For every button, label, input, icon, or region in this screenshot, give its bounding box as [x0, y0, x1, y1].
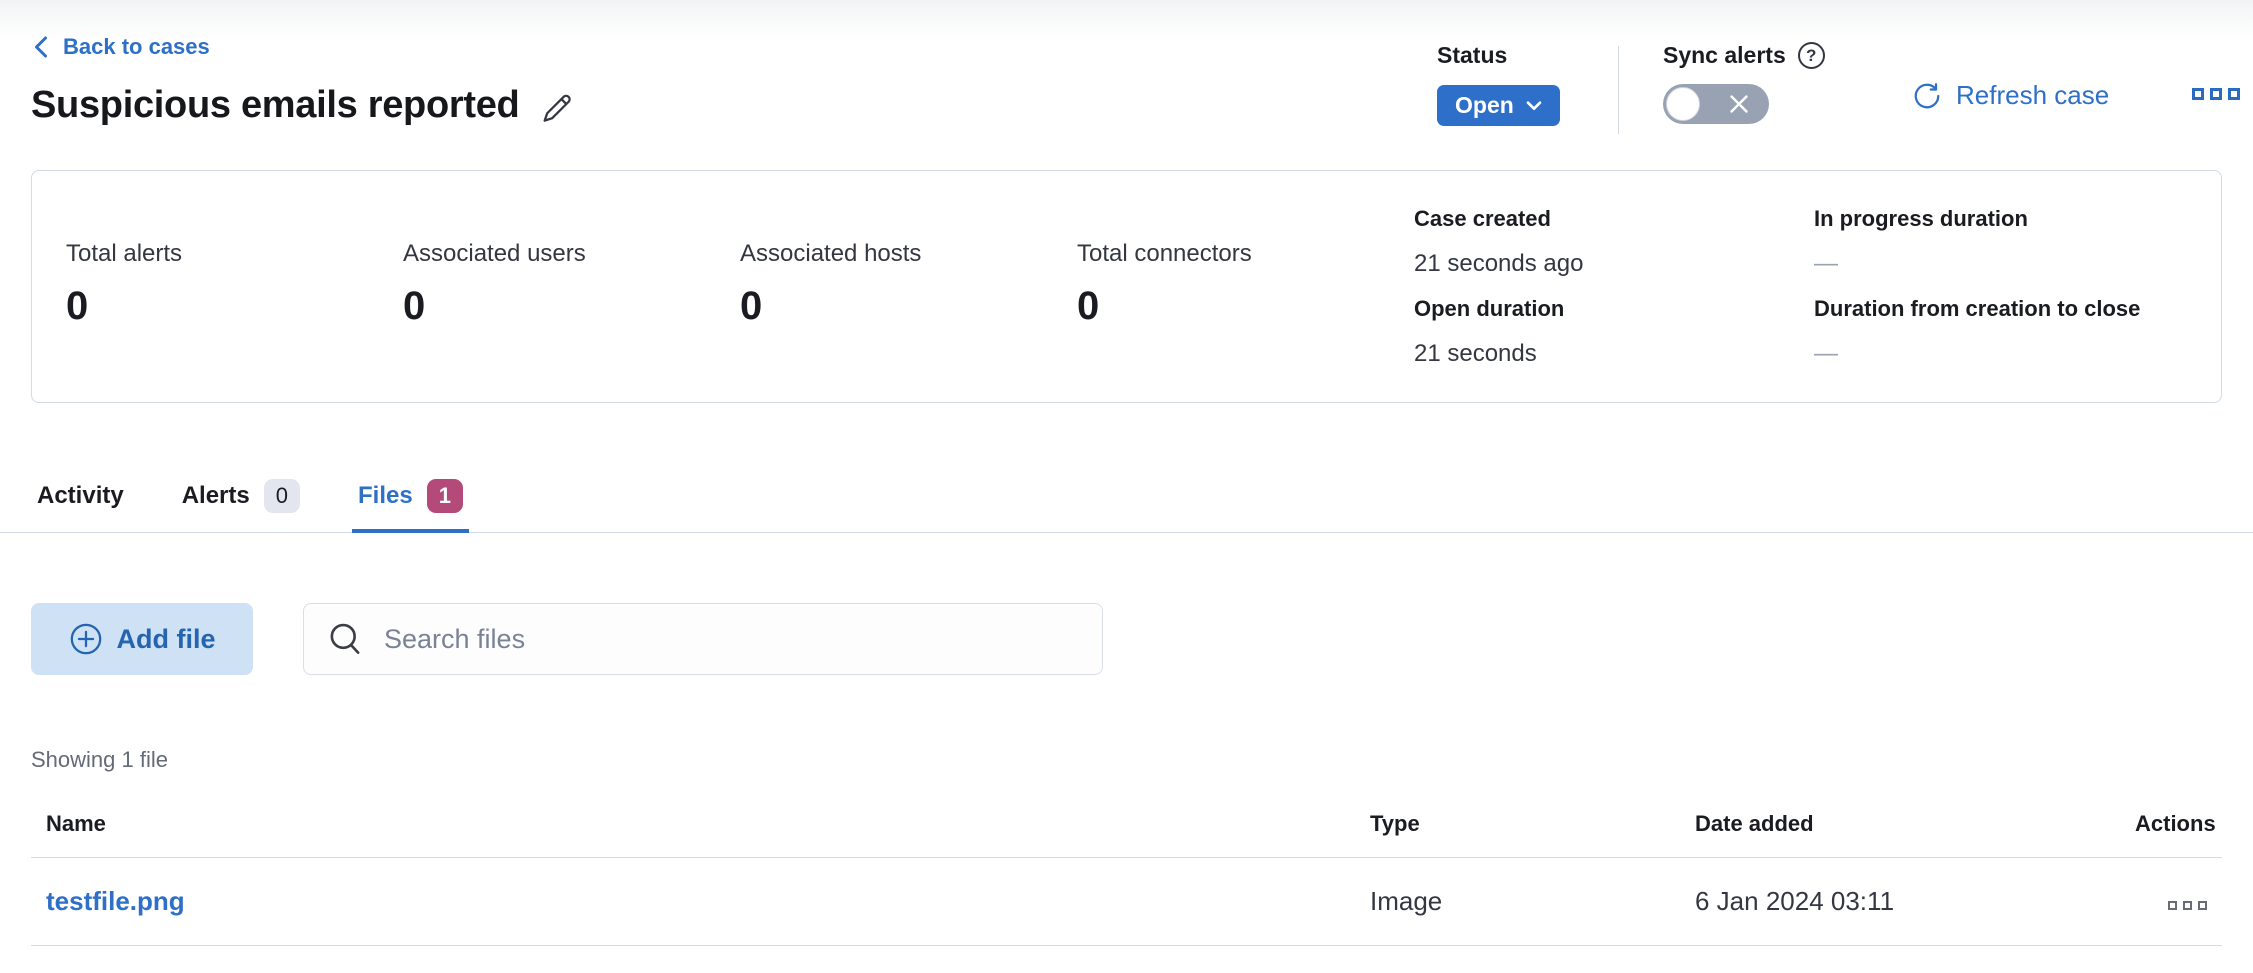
meta-label: Case created: [1414, 207, 1814, 231]
stat-total-connectors: Total connectors 0: [1077, 207, 1414, 366]
stat-value: 0: [740, 284, 1077, 329]
table-header-row: Name Type Date added Actions: [31, 793, 2222, 858]
header-divider: [1618, 46, 1619, 134]
case-detail-page: Back to cases Suspicious emails reported…: [0, 0, 2253, 973]
stat-label: Total alerts: [66, 240, 403, 268]
case-actions-ellipsis-icon[interactable]: [2192, 88, 2240, 100]
chevron-down-icon: [1526, 100, 1542, 112]
back-to-cases-link[interactable]: Back to cases: [31, 34, 210, 60]
status-value: Open: [1455, 92, 1514, 119]
status-dropdown-button[interactable]: Open: [1437, 85, 1560, 126]
refresh-label: Refresh case: [1956, 80, 2109, 111]
status-group: Status Open: [1437, 42, 1560, 126]
meta-value: —: [1814, 341, 2187, 367]
meta-value: 21 seconds ago: [1414, 251, 1814, 277]
stat-label: Total connectors: [1077, 240, 1414, 268]
tab-label: Alerts: [182, 482, 250, 510]
status-label: Status: [1437, 42, 1560, 69]
back-link-label: Back to cases: [63, 34, 210, 60]
column-header-name[interactable]: Name: [31, 793, 1355, 858]
column-header-actions: Actions: [2120, 793, 2222, 858]
refresh-icon: [1912, 81, 1942, 111]
column-header-type[interactable]: Type: [1355, 793, 1680, 858]
tab-label: Activity: [37, 482, 124, 510]
stat-label: Associated hosts: [740, 240, 1077, 268]
file-date-cell: 6 Jan 2024 03:11: [1680, 858, 2120, 946]
stat-associated-hosts: Associated hosts 0: [740, 207, 1077, 366]
row-actions-ellipsis-icon[interactable]: [2168, 901, 2207, 910]
files-toolbar: Add file: [31, 603, 2222, 675]
case-durations-column: In progress duration — Duration from cre…: [1814, 207, 2187, 366]
page-title: Suspicious emails reported: [31, 84, 519, 127]
sync-alerts-label: Sync alerts: [1663, 42, 1786, 69]
case-header: Back to cases Suspicious emails reported…: [0, 0, 2253, 170]
file-type-cell: Image: [1355, 858, 1680, 946]
stat-value: 0: [66, 284, 403, 329]
search-icon: [324, 618, 366, 660]
tab-activity[interactable]: Activity: [31, 473, 130, 533]
search-files-input[interactable]: [384, 624, 1082, 655]
case-tabs: Activity Alerts 0 Files 1: [0, 473, 2253, 533]
files-table: Name Type Date added Actions testfile.pn…: [31, 793, 2222, 946]
table-row: testfile.png Image 6 Jan 2024 03:11: [31, 858, 2222, 946]
files-count-text: Showing 1 file: [31, 747, 2222, 773]
sync-alerts-group: Sync alerts ?: [1663, 42, 1825, 124]
plus-circle-icon: [69, 622, 103, 656]
alerts-count-badge: 0: [264, 479, 300, 513]
sync-alerts-toggle[interactable]: [1663, 84, 1769, 124]
tab-label: Files: [358, 482, 413, 510]
tab-files[interactable]: Files 1: [352, 473, 469, 533]
meta-label: Open duration: [1414, 297, 1814, 321]
stat-value: 0: [403, 284, 740, 329]
title-row: Suspicious emails reported: [31, 84, 573, 127]
file-name-link[interactable]: testfile.png: [46, 886, 185, 916]
toggle-off-x-icon: [1727, 92, 1751, 116]
column-header-date[interactable]: Date added: [1680, 793, 2120, 858]
toggle-thumb: [1666, 87, 1700, 121]
add-file-button[interactable]: Add file: [31, 603, 253, 675]
help-icon[interactable]: ?: [1798, 42, 1825, 69]
refresh-case-link[interactable]: Refresh case: [1912, 80, 2109, 111]
case-dates-column: Case created 21 seconds ago Open duratio…: [1414, 207, 1814, 366]
tab-alerts[interactable]: Alerts 0: [176, 473, 306, 533]
meta-label: Duration from creation to close: [1814, 297, 2187, 321]
meta-value: 21 seconds: [1414, 341, 1814, 367]
add-file-label: Add file: [117, 624, 216, 655]
search-files-box: [303, 603, 1103, 675]
meta-label: In progress duration: [1814, 207, 2187, 231]
files-count-badge: 1: [427, 479, 463, 513]
edit-title-icon[interactable]: [539, 92, 573, 126]
stat-label: Associated users: [403, 240, 740, 268]
stat-value: 0: [1077, 284, 1414, 329]
chevron-left-icon: [31, 35, 51, 59]
meta-value: —: [1814, 251, 2187, 277]
case-summary-panel: Total alerts 0 Associated users 0 Associ…: [31, 170, 2222, 403]
stat-associated-users: Associated users 0: [403, 207, 740, 366]
stat-total-alerts: Total alerts 0: [66, 207, 403, 366]
